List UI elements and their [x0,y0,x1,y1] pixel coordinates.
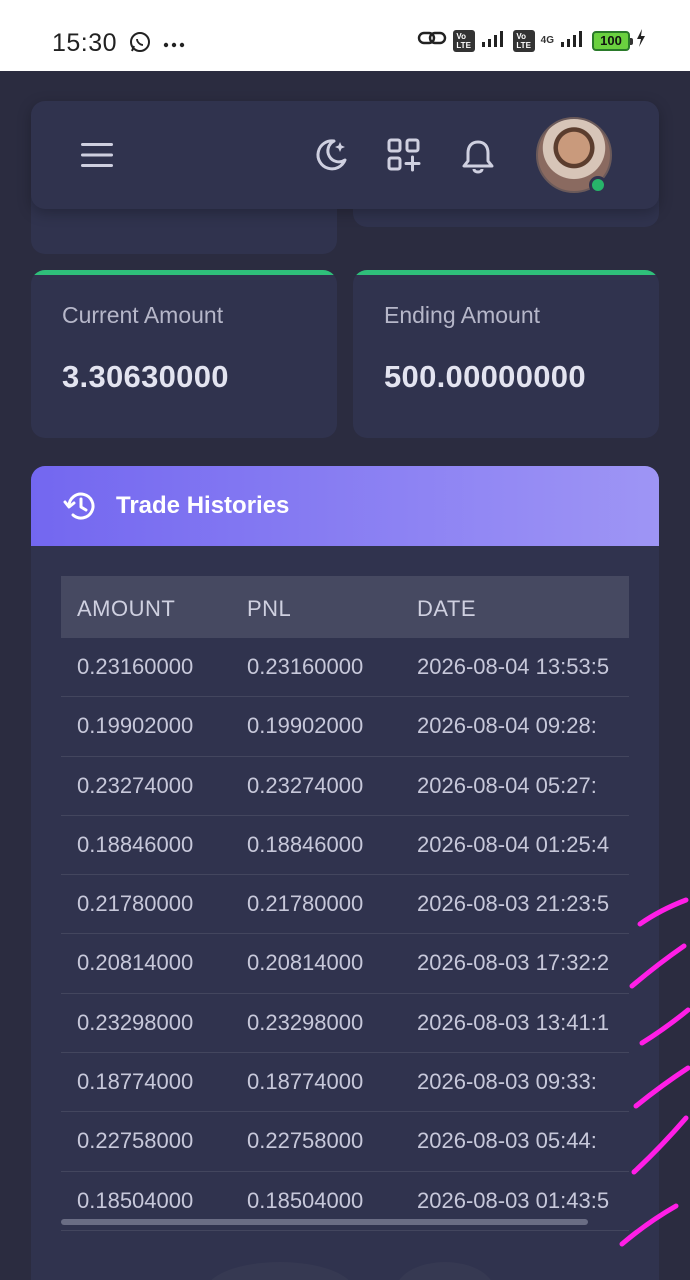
date-cell: 2026-08-03 17:32:2 [417,950,610,976]
table-row: 0.21780000 0.21780000 2026-08-03 21:23:5 [61,875,629,935]
amount-cell: 0.23274000 [77,772,194,798]
more-dots-icon [162,36,186,54]
trade-histories-card: Trade Histories AMOUNT PNL DATE 0.231600… [31,466,659,1280]
date-cell: 2026-08-03 21:23:5 [417,891,610,917]
scrollbar-thumb[interactable] [61,1219,588,1225]
date-cell: 2026-08-04 05:27: [417,772,597,798]
pnl-cell: 0.18504000 [247,1187,364,1213]
moon-star-icon[interactable] [311,135,351,175]
amount-cell: 0.18774000 [77,1069,194,1095]
bell-icon[interactable] [459,137,497,177]
menu-icon[interactable] [79,139,115,171]
current-amount-value: 3.30630000 [62,359,229,394]
trade-history-table[interactable]: AMOUNT PNL DATE 0.23160000 0.23160000 2026… [61,576,629,1231]
date-cell: 2026-08-04 09:28: [417,713,597,739]
whatsapp-icon [128,30,152,59]
charging-icon [636,29,646,52]
amount-cell: 0.23160000 [77,654,194,679]
signal-icon-2 [560,28,586,53]
amount-cell: 0.18846000 [77,831,194,857]
pnl-cell: 0.20814000 [247,950,364,976]
table-row: 0.22758000 0.22758000 2026-08-03 05:44: [61,1112,629,1172]
date-cell: 2026-08-03 01:43:5 [417,1187,610,1213]
current-amount-card: Current Amount 3.30630000 [31,270,337,438]
amount-cell: 0.20814000 [77,950,194,976]
column-header-amount[interactable]: AMOUNT [77,596,175,622]
column-header-date[interactable]: DATE [417,596,476,622]
battery-indicator: 100 [592,30,633,51]
table-row: 0.23160000 0.23160000 2026-08-04 13:53:5 [61,638,629,698]
table-row: 0.23274000 0.23274000 2026-08-04 05:27: [61,757,629,816]
pnl-cell: 0.22758000 [247,1128,364,1154]
ending-amount-card: Ending Amount 500.00000000 [353,270,659,438]
date-cell: 2026-08-04 13:53:5 [417,654,610,679]
table-row: 0.18774000 0.18774000 2026-08-03 09:33: [61,1053,629,1113]
ending-amount-label: Ending Amount [384,302,541,328]
trade-histories-header: Trade Histories [31,466,659,546]
column-header-pnl[interactable]: PNL [247,596,291,622]
trade-histories-title: Trade Histories [116,492,290,519]
date-cell: 2026-08-03 13:41:1 [417,1009,610,1035]
amount-cell: 0.19902000 [77,713,194,739]
amount-cell: 0.22758000 [77,1128,194,1154]
current-amount-label: Current Amount [62,302,224,328]
amount-cell: 0.21780000 [77,891,194,917]
pnl-cell: 0.19902000 [247,713,364,739]
pnl-cell: 0.18846000 [247,831,364,857]
table-horizontal-scrollbar[interactable] [61,1219,629,1225]
pnl-cell: 0.18774000 [247,1069,364,1095]
status-bar: 15:30 Vo LTE Vo LTE 4G 100 [0,0,690,71]
grid-add-icon[interactable] [385,136,423,174]
link-icon [417,27,447,54]
status-time: 15:30 [52,29,118,57]
table-header: AMOUNT PNL DATE [61,576,629,638]
volte-icon-2: Vo LTE [512,29,535,52]
date-cell: 2026-08-03 09:33: [417,1069,597,1095]
pnl-cell: 0.23274000 [247,772,364,798]
volte-icon: Vo LTE [452,29,475,52]
online-status-badge [589,176,607,194]
pnl-cell: 0.21780000 [247,891,364,917]
network-type: 4G [540,34,554,46]
amount-cell: 0.18504000 [77,1187,194,1213]
ending-amount-value: 500.00000000 [384,359,586,394]
table-row: 0.23298000 0.23298000 2026-08-03 13:41:1 [61,994,629,1054]
date-cell: 2026-08-04 01:25:4 [417,831,610,857]
pnl-cell: 0.23298000 [247,1009,364,1035]
table-row: 0.18846000 0.18846000 2026-08-04 01:25:4 [61,816,629,876]
pnl-cell: 0.23160000 [247,654,364,679]
history-icon [63,488,99,529]
signal-icon [481,28,507,53]
date-cell: 2026-08-03 05:44: [417,1128,597,1154]
amount-cell: 0.23298000 [77,1009,194,1035]
table-row: 0.20814000 0.20814000 2026-08-03 17:32:2 [61,934,629,994]
table-row: 0.19902000 0.19902000 2026-08-04 09:28: [61,697,629,757]
